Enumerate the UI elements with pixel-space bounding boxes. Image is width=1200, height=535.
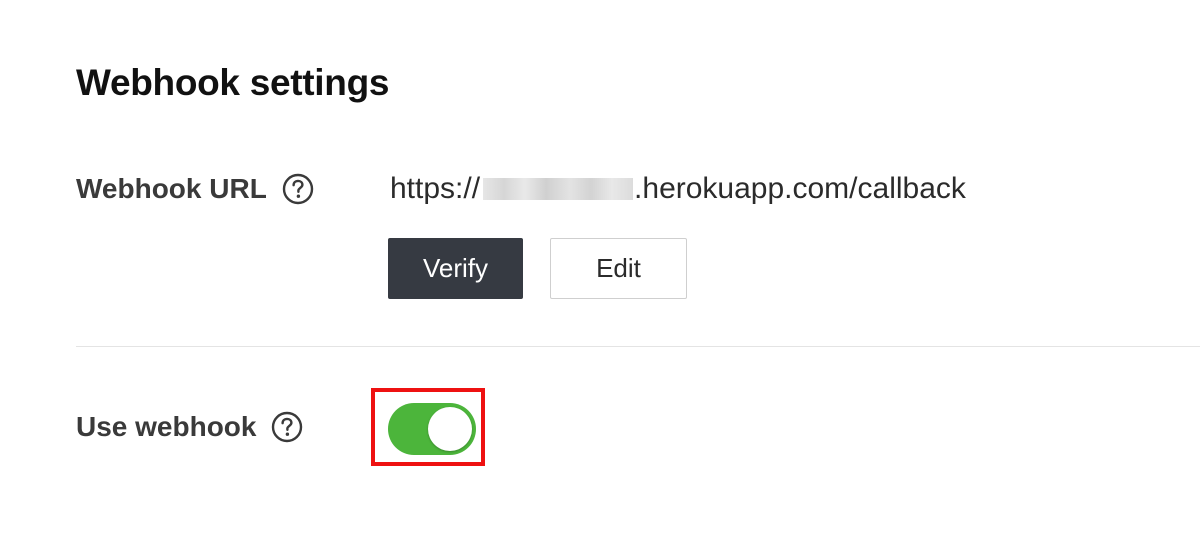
edit-button[interactable]: Edit xyxy=(550,238,687,299)
webhook-url-label: Webhook URL xyxy=(76,173,267,204)
redacted-subdomain xyxy=(483,178,634,200)
verify-button[interactable]: Verify xyxy=(388,238,523,299)
use-webhook-label-group: Use webhook xyxy=(76,410,304,444)
section-divider xyxy=(76,346,1200,347)
question-circle-icon[interactable] xyxy=(270,410,304,444)
question-circle-icon[interactable] xyxy=(281,172,315,206)
webhook-url-label-group: Webhook URL xyxy=(76,172,315,206)
page-title: Webhook settings xyxy=(76,62,390,103)
toggle-knob[interactable] xyxy=(428,407,472,451)
use-webhook-label: Use webhook xyxy=(76,411,257,442)
webhook-settings-page: Webhook settings Webhook URL https:// .h… xyxy=(0,0,1200,535)
webhook-url-suffix: .herokuapp.com/callback xyxy=(634,172,966,205)
webhook-url-value: https:// .herokuapp.com/callback xyxy=(390,172,966,206)
use-webhook-toggle[interactable] xyxy=(388,403,476,455)
webhook-url-prefix: https:// xyxy=(390,172,481,205)
